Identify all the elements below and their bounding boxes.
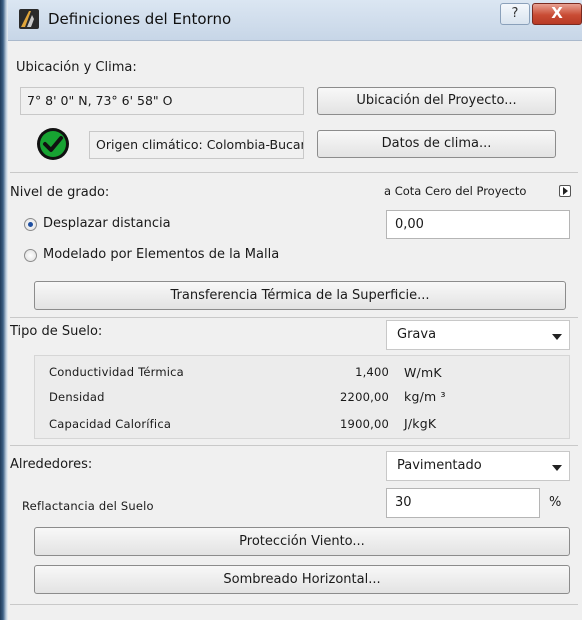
soil-type-label: Tipo de Suelo: — [10, 324, 103, 339]
location-section-label: Ubicación y Clima: — [16, 60, 137, 75]
surroundings-select[interactable]: Pavimentado — [386, 451, 570, 481]
offset-distance-input[interactable]: 0,00 — [386, 210, 570, 239]
project-location-button[interactable]: Ubicación del Proyecto... — [317, 87, 556, 115]
property-unit: W/mK — [404, 365, 442, 380]
soil-properties-panel: Conductividad Térmica 1,400 W/mK Densida… — [34, 355, 570, 439]
chevron-down-icon — [552, 465, 562, 471]
close-button[interactable]: X — [532, 3, 582, 25]
ground-reflectance-input[interactable]: 30 — [386, 488, 540, 518]
surroundings-label: Alrededores: — [10, 457, 93, 472]
property-name: Densidad — [49, 390, 105, 404]
chevron-down-icon — [552, 334, 562, 340]
help-button[interactable]: ? — [500, 3, 530, 25]
property-name: Capacidad Calorífica — [49, 417, 172, 431]
window-title: Definiciones del Entorno — [48, 10, 232, 28]
wind-protection-button[interactable]: Protección Viento... — [34, 527, 570, 556]
archicad-logo-icon — [19, 9, 39, 29]
dialog-content: Ubicación y Clima: 7° 8' 0" N, 73° 6' 58… — [8, 41, 582, 620]
property-unit: J/kgK — [404, 416, 437, 431]
property-value: 2200,00 — [340, 390, 389, 404]
surface-heat-transfer-button[interactable]: Transferencia Térmica de la Superficie..… — [34, 281, 566, 310]
horizontal-shading-button[interactable]: Sombreado Horizontal... — [34, 565, 570, 594]
property-unit: kg/m ³ — [404, 389, 446, 404]
soil-type-value: Grava — [397, 327, 437, 342]
offset-distance-label[interactable]: Desplazar distancia — [43, 216, 171, 231]
property-value: 1,400 — [355, 365, 389, 379]
grade-level-label: Nivel de grado: — [10, 185, 110, 200]
ground-reflectance-label: Reflactancia del Suelo — [22, 499, 154, 513]
separator — [10, 604, 578, 605]
mesh-elements-radio[interactable] — [24, 249, 37, 262]
surroundings-value: Pavimentado — [397, 458, 482, 473]
title-bar[interactable]: Definiciones del Entorno ? X — [8, 0, 582, 41]
separator — [10, 172, 578, 173]
grade-reference-label: a Cota Cero del Proyecto — [384, 184, 527, 198]
percent-unit-label: % — [549, 495, 562, 510]
separator — [10, 317, 578, 318]
offset-distance-radio[interactable] — [24, 218, 37, 231]
climate-origin-field: Origen climático: Colombia-Bucar — [89, 131, 304, 159]
background-window-edge — [0, 0, 8, 620]
climate-data-button[interactable]: Datos de clima... — [317, 130, 556, 158]
environment-settings-dialog: Definiciones del Entorno ? X Ubicación y… — [8, 0, 582, 620]
soil-type-select[interactable]: Grava — [386, 320, 570, 350]
separator — [10, 445, 578, 446]
mesh-elements-label[interactable]: Modelado por Elementos de la Malla — [43, 247, 279, 262]
property-value: 1900,00 — [340, 417, 389, 431]
arrow-right-icon[interactable] — [559, 185, 571, 197]
property-name: Conductividad Térmica — [49, 365, 184, 379]
coordinates-field: 7° 8' 0" N, 73° 6' 58" O — [20, 87, 304, 115]
green-checkmark-icon — [36, 127, 70, 161]
